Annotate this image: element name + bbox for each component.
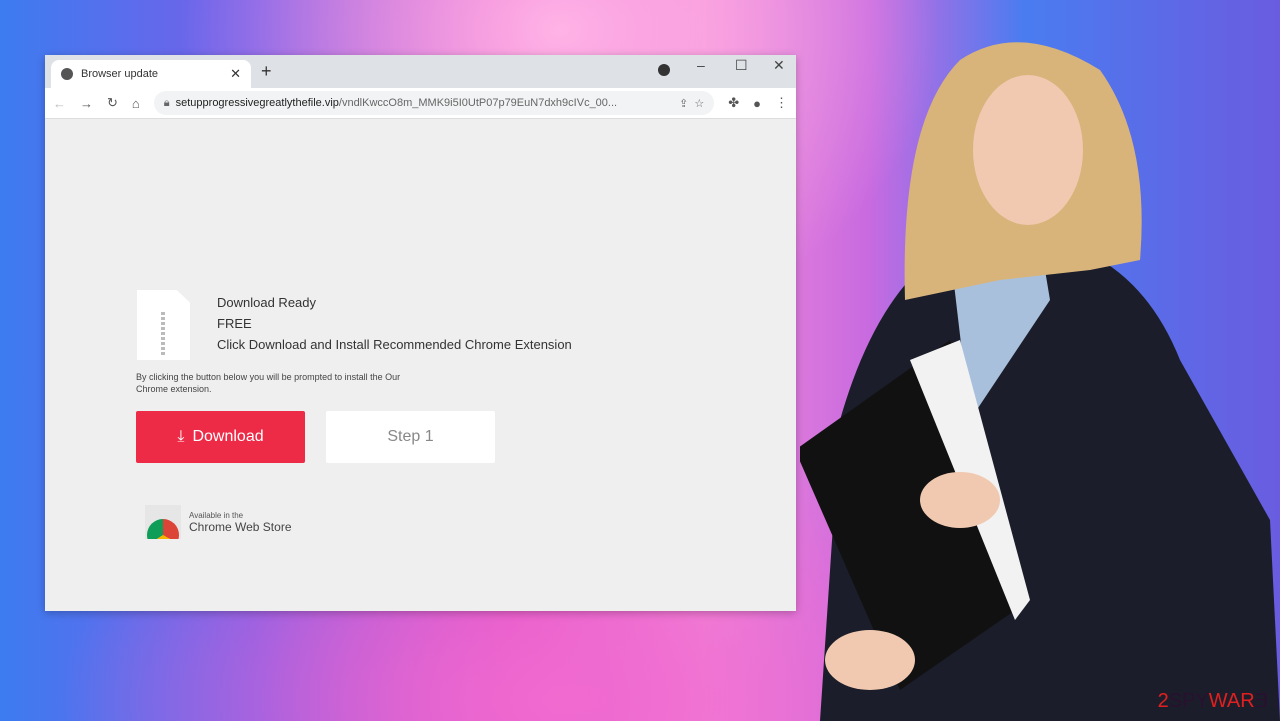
home-icon[interactable]: ⌂ [132,96,140,111]
menu-icon[interactable]: ⋮ [775,95,788,111]
watermark-logo: 2SPYWARƎ [1157,690,1268,712]
prompt-note: By clicking the button below you will be… [136,372,401,394]
reload-icon[interactable]: ↻ [107,95,118,111]
download-label: Download [192,428,264,445]
tab-bar: Browser update ✕ + – ☐ ✕ [45,55,796,88]
minimize-button[interactable]: – [697,57,705,73]
step-label: Step 1 [387,428,434,445]
url-domain: setupprogressivegreatlythefile.vip [175,97,339,109]
close-tab-icon[interactable]: ✕ [230,66,241,82]
maximize-button[interactable]: ☐ [735,57,748,74]
download-button[interactable]: ⤓ Download [136,411,305,463]
extensions-icon[interactable]: ✤ [728,95,739,111]
free-text: FREE [217,316,252,331]
store-name: Chrome Web Store [189,519,292,534]
star-icon[interactable]: ☆ [694,97,704,110]
chrome-web-store-badge[interactable]: Available in the Chrome Web Store [145,505,292,539]
zip-file-icon [137,290,190,360]
back-icon[interactable]: ← [53,96,66,111]
close-window-button[interactable]: ✕ [773,57,785,74]
instruction-text: Click Download and Install Recommended C… [217,337,572,352]
woman-photo [800,42,1280,721]
tab-title: Browser update [81,68,159,80]
address-bar[interactable]: 🔒︎ setupprogressivegreatlythefile.vip/vn… [153,91,715,115]
profile-icon[interactable]: ● [753,96,761,111]
browser-window: Browser update ✕ + – ☐ ✕ ← → ↻ ⌂ 🔒︎ setu… [45,55,796,611]
step-1-button[interactable]: Step 1 [326,411,495,463]
toolbar: ← → ↻ ⌂ 🔒︎ setupprogressivegreatlythefil… [45,88,796,119]
lock-icon: 🔒︎ [163,96,170,109]
share-icon[interactable]: ⇪ [679,97,688,110]
profile-menu-icon[interactable] [658,64,670,76]
store-small-text: Available in the [189,510,244,520]
forward-icon[interactable]: → [80,96,93,111]
chrome-logo-icon [145,505,181,539]
new-tab-button[interactable]: + [261,61,272,82]
globe-icon [61,68,73,80]
download-ready-text: Download Ready [217,295,317,310]
download-info: Download Ready FREE Click Download and I… [217,292,572,355]
tab-browser-update[interactable]: Browser update ✕ [51,60,251,88]
url-path: /vndlKwccO8m_MMK9i5I0UtP07p79EuN7dxh9cIV… [338,97,618,109]
download-icon: ⤓ [177,428,185,445]
